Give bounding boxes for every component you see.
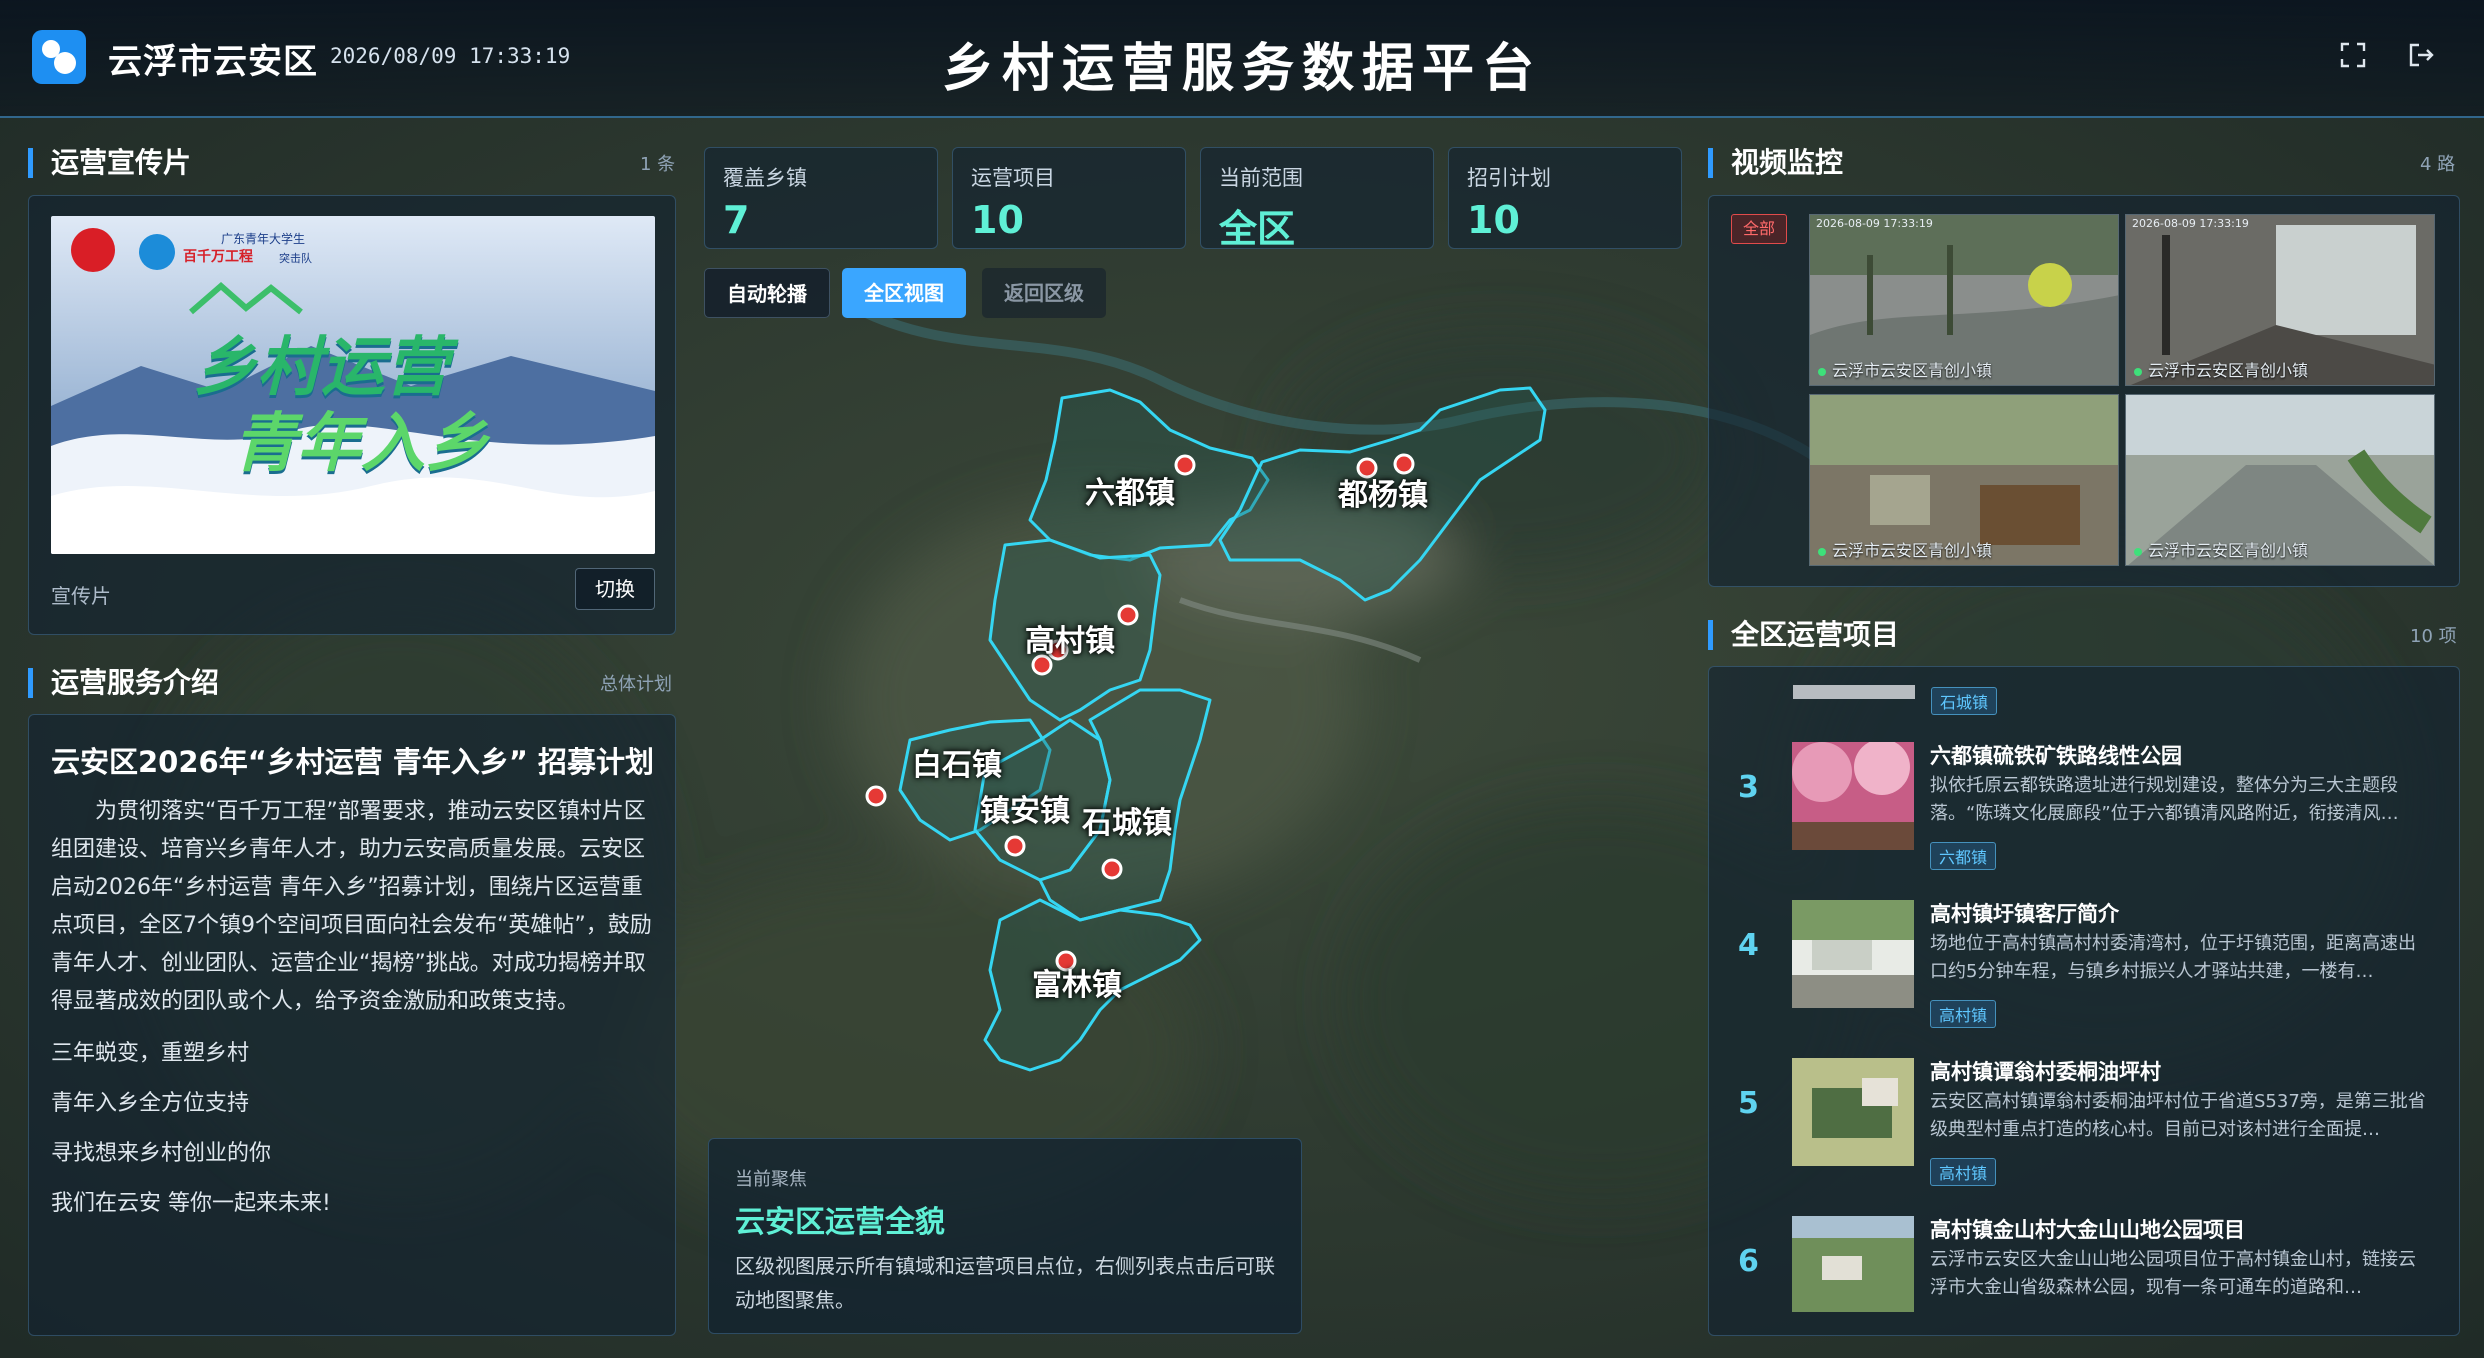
video-timestamp: 2026-08-09 17:33:19 <box>2132 217 2249 230</box>
video-label-text: 云浮市云安区青创小镇 <box>1832 361 1993 380</box>
video-label: 云浮市云安区青创小镇 <box>2134 537 2308 561</box>
project-pin[interactable] <box>1174 454 1196 476</box>
project-number: 6 <box>1738 1244 1759 1279</box>
project-description: 云浮市云安区大金山山地公园项目位于高村镇金山村，链接云浮市大金山省级森林公园，现… <box>1930 1249 2416 1298</box>
project-thumbnail <box>1792 742 1914 850</box>
live-dot-icon <box>2134 368 2142 376</box>
video-label-text: 云浮市云安区青创小镇 <box>2148 541 2309 560</box>
project-pin[interactable] <box>865 785 887 807</box>
project-title: 高村镇谭翁村委桐油坪村 <box>1930 1060 2161 1084</box>
town-label-baishi[interactable]: 白石镇 <box>912 740 1002 784</box>
video-feed-2[interactable]: 2026-08-09 17:33:19 云浮市云安区青创小镇 <box>2125 214 2435 386</box>
project-item-4[interactable]: 4 高村镇圩镇客厅简介 场地位于高村镇高村村委清湾村，位于圩镇范围，距离高速出口… <box>1708 888 2460 1044</box>
focus-card: 当前聚焦 云安区运营全貌 区级视图展示所有镇域和运营项目点位，右侧列表点击后可联… <box>708 1138 1302 1334</box>
town-label-zhenan[interactable]: 镇安镇 <box>980 786 1070 830</box>
project-item-5[interactable]: 5 高村镇谭翁村委桐油坪村 云安区高村镇谭翁村委桐油坪村位于省道S537旁，是第… <box>1708 1046 2460 1202</box>
video-filter-all[interactable]: 全部 <box>1731 214 1787 244</box>
project-thumbnail <box>1792 900 1914 1008</box>
video-label: 云浮市云安区青创小镇 <box>1818 357 1992 381</box>
project-thumb-partial <box>1793 685 1915 699</box>
project-number: 4 <box>1738 928 1759 963</box>
project-description: 拟依托原云都铁路遗址进行规划建设，整体分为三大主题段落。“陈璘文化展廊段”位于六… <box>1930 775 2399 824</box>
project-tag: 高村镇 <box>1930 1000 1997 1028</box>
projects-count: 10 项 <box>2410 626 2457 647</box>
video-count: 4 路 <box>2420 154 2456 175</box>
project-title: 六都镇硫铁矿铁路线性公园 <box>1930 744 2182 768</box>
project-item-6[interactable]: 6 高村镇金山村大金山山地公园项目 云浮市云安区大金山山地公园项目位于高村镇金山… <box>1708 1204 2460 1332</box>
projects-section-title: 全区运营项目 <box>1708 620 1899 650</box>
project-tag: 六都镇 <box>1930 842 1997 870</box>
project-pin[interactable] <box>1101 858 1123 880</box>
project-item-3[interactable]: 3 六都镇硫铁矿铁路线性公园 拟依托原云都铁路遗址进行规划建设，整体分为三大主题… <box>1708 730 2460 886</box>
video-timestamp: 2026-08-09 17:33:19 <box>1816 217 1933 230</box>
video-feed-1[interactable]: 2026-08-09 17:33:19 云浮市云安区青创小镇 <box>1809 214 2119 386</box>
project-description: 场地位于高村镇高村村委清湾村，位于圩镇范围，距离高速出口约5分钟车程，与镇乡村振… <box>1930 933 2416 982</box>
project-tag: 石城镇 <box>1931 687 1998 715</box>
project-number: 3 <box>1738 770 1759 805</box>
town-label-shicheng[interactable]: 石城镇 <box>1082 798 1172 842</box>
project-pin[interactable] <box>1117 604 1139 626</box>
video-label: 云浮市云安区青创小镇 <box>1818 537 1992 561</box>
focus-label: 当前聚焦 <box>735 1169 807 1190</box>
project-title: 高村镇圩镇客厅简介 <box>1930 902 2119 926</box>
video-feed-3[interactable]: 云浮市云安区青创小镇 <box>1809 394 2119 566</box>
project-pin[interactable] <box>1004 835 1026 857</box>
project-title: 高村镇金山村大金山山地公园项目 <box>1930 1218 2245 1242</box>
live-dot-icon <box>1818 548 1826 556</box>
video-section-title: 视频监控 <box>1708 148 1843 178</box>
town-label-liudu[interactable]: 六都镇 <box>1085 468 1175 512</box>
live-dot-icon <box>2134 548 2142 556</box>
project-thumbnail <box>1792 1216 1914 1312</box>
project-thumbnail <box>1792 1058 1914 1166</box>
town-label-fulin[interactable]: 富林镇 <box>1032 960 1122 1004</box>
video-label: 云浮市云安区青创小镇 <box>2134 357 2308 381</box>
video-label-text: 云浮市云安区青创小镇 <box>1832 541 1993 560</box>
project-description: 云安区高村镇谭翁村委桐油坪村位于省道S537旁，是第三批省级典型村重点打造的核心… <box>1930 1091 2426 1140</box>
focus-description: 区级视图展示所有镇域和运营项目点位，右侧列表点击后可联动地图聚焦。 <box>735 1254 1275 1312</box>
video-panel: 全部 2026-08-09 17:33:19 云浮市云安区青创小镇 2026-0… <box>1708 195 2460 587</box>
focus-title: 云安区运营全貌 <box>735 1205 945 1240</box>
project-number: 5 <box>1738 1086 1759 1121</box>
town-label-duyang[interactable]: 都杨镇 <box>1338 470 1428 514</box>
project-tag: 高村镇 <box>1930 1158 1997 1186</box>
town-label-gaocun[interactable]: 高村镇 <box>1025 616 1115 660</box>
live-dot-icon <box>1818 368 1826 376</box>
video-label-text: 云浮市云安区青创小镇 <box>2148 361 2309 380</box>
video-feed-4[interactable]: 云浮市云安区青创小镇 <box>2125 394 2435 566</box>
